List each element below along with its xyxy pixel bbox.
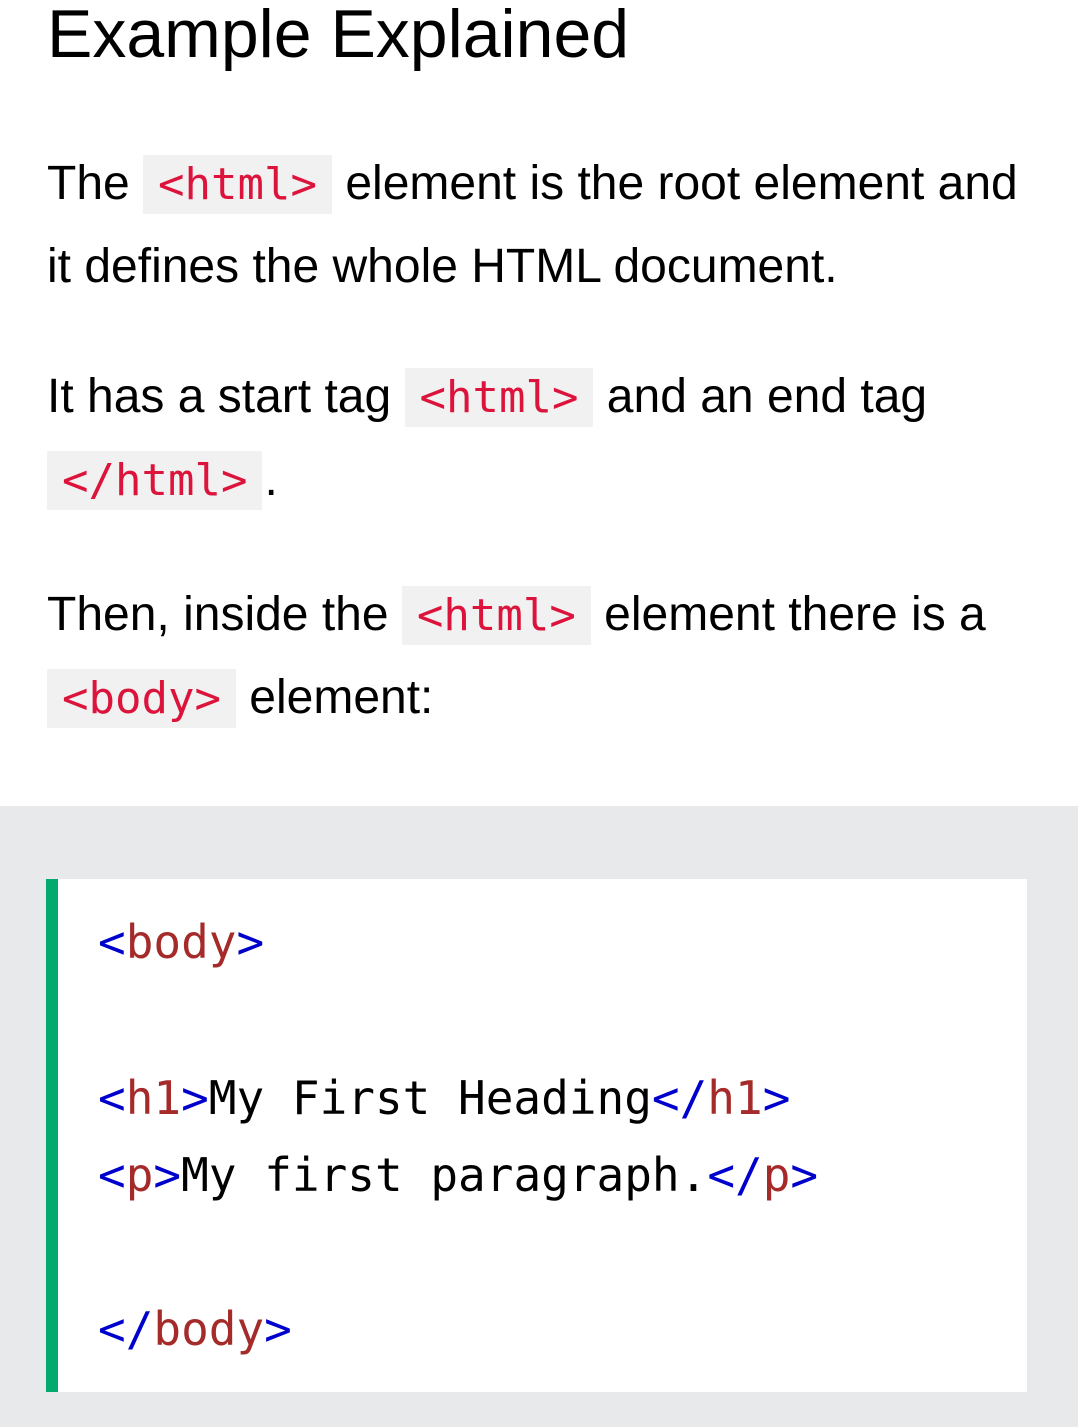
article-section: Example Explained The <html> element is … bbox=[0, 0, 1078, 806]
inline-code-body: <body> bbox=[47, 669, 236, 728]
tag-bracket: > bbox=[236, 915, 265, 969]
tag-bracket: > bbox=[762, 1071, 791, 1125]
code-block[interactable]: <body> <h1>My First Heading</h1> <p>My f… bbox=[46, 879, 1027, 1392]
tag-bracket: > bbox=[264, 1302, 292, 1356]
paragraph-text: The bbox=[47, 157, 144, 210]
tag-content: My first paragraph. bbox=[181, 1148, 708, 1202]
inline-code-html: <html> bbox=[401, 586, 591, 645]
tag-bracket: </ bbox=[98, 1302, 154, 1356]
paragraph-start-end-tag: It has a start tag <html> and an end tag… bbox=[47, 356, 1047, 522]
tag-name: body bbox=[125, 915, 237, 969]
tag-bracket: > bbox=[181, 1071, 209, 1125]
paragraph-html-root: The <html> element is the root element a… bbox=[47, 143, 1047, 308]
paragraph-text: element there is a bbox=[590, 588, 986, 641]
tag-name: h1 bbox=[707, 1071, 763, 1125]
code-example-panel: <body> <h1>My First Heading</h1> <p>My f… bbox=[0, 806, 1078, 1427]
code-line-h1: <h1>My First Heading</h1> bbox=[98, 1068, 790, 1128]
tag-name: body bbox=[153, 1302, 265, 1356]
paragraph-body-element: Then, inside the <html> element there is… bbox=[47, 574, 1047, 740]
tag-bracket: </ bbox=[707, 1148, 763, 1202]
tag-content: My First Heading bbox=[208, 1071, 652, 1125]
code-line-p: <p>My first paragraph.</p> bbox=[98, 1145, 818, 1205]
paragraph-text: and an end tag bbox=[593, 370, 928, 423]
tag-bracket: > bbox=[153, 1148, 182, 1202]
code-line-body-close: </body> bbox=[98, 1299, 292, 1359]
tag-bracket: </ bbox=[651, 1071, 708, 1125]
inline-code-html: <html> bbox=[143, 155, 332, 214]
page-title: Example Explained bbox=[47, 0, 630, 72]
tag-name: p bbox=[762, 1148, 791, 1202]
tag-name: h1 bbox=[125, 1071, 182, 1125]
code-line-body-open: <body> bbox=[98, 912, 264, 972]
paragraph-text: . bbox=[264, 453, 278, 506]
tag-bracket: < bbox=[98, 1148, 126, 1202]
paragraph-text: element: bbox=[235, 671, 434, 724]
tag-bracket: < bbox=[98, 1071, 126, 1125]
inline-code-html-start: <html> bbox=[404, 368, 594, 427]
tag-bracket: > bbox=[790, 1148, 819, 1202]
tag-bracket: < bbox=[98, 915, 126, 969]
inline-code-html-end: </html> bbox=[47, 451, 263, 510]
tag-name: p bbox=[125, 1148, 154, 1202]
paragraph-text: It has a start tag bbox=[47, 370, 405, 423]
paragraph-text: Then, inside the bbox=[47, 588, 402, 641]
